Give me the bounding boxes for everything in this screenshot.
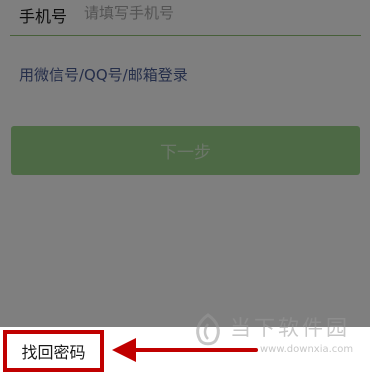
find-password-label: 找回密码 — [21, 343, 86, 362]
watermark-logo-icon — [196, 313, 220, 346]
phone-label: 手机号 — [19, 7, 68, 26]
phone-row: 手机号 — [0, 0, 370, 36]
find-password-button[interactable]: 找回密码 — [3, 330, 104, 372]
watermark: 当下软件园 www.downxia.com — [190, 312, 366, 372]
phone-underline — [10, 35, 361, 36]
next-button[interactable]: 下一步 — [11, 126, 360, 175]
watermark-url: www.downxia.com — [260, 344, 354, 355]
alt-login-link[interactable]: 用微信号/QQ号/邮箱登录 — [19, 64, 188, 85]
watermark-title: 当下软件园 — [230, 316, 350, 340]
phone-input[interactable] — [84, 1, 354, 25]
